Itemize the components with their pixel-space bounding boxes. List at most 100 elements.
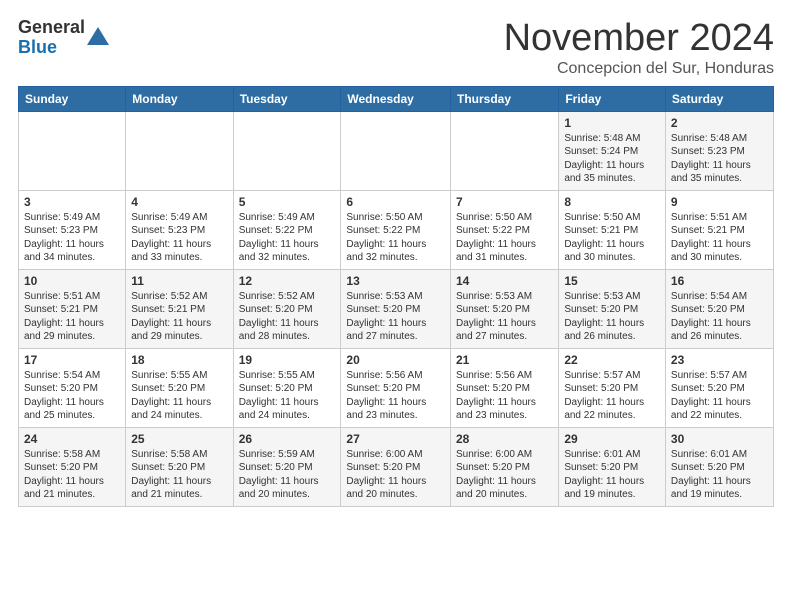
- cell-content: Sunrise: 5:50 AMSunset: 5:21 PMDaylight:…: [564, 211, 660, 265]
- day-number: 8: [564, 195, 660, 209]
- calendar-cell: [126, 111, 233, 190]
- cell-content: Sunrise: 5:51 AMSunset: 5:21 PMDaylight:…: [24, 290, 120, 344]
- calendar-cell: 23Sunrise: 5:57 AMSunset: 5:20 PMDayligh…: [665, 348, 773, 427]
- cell-content: Sunrise: 6:01 AMSunset: 5:20 PMDaylight:…: [671, 448, 768, 502]
- day-number: 18: [131, 353, 227, 367]
- cell-content: Sunrise: 5:53 AMSunset: 5:20 PMDaylight:…: [564, 290, 660, 344]
- cell-content: Sunrise: 5:55 AMSunset: 5:20 PMDaylight:…: [239, 369, 336, 423]
- cell-content: Sunrise: 6:00 AMSunset: 5:20 PMDaylight:…: [346, 448, 445, 502]
- day-number: 1: [564, 116, 660, 130]
- day-number: 7: [456, 195, 553, 209]
- cell-content: Sunrise: 5:51 AMSunset: 5:21 PMDaylight:…: [671, 211, 768, 265]
- logo-icon: [87, 25, 109, 47]
- day-number: 12: [239, 274, 336, 288]
- calendar-cell: 29 Sunrise: 6:01 AMSunset: 5:20 PMDayligh…: [559, 427, 666, 506]
- cell-content: Sunrise: 5:48 AMSunset: 5:23 PMDaylight:…: [671, 132, 768, 186]
- calendar-cell: [341, 111, 451, 190]
- calendar-cell: 2 Sunrise: 5:48 AMSunset: 5:23 PMDaylight…: [665, 111, 773, 190]
- day-number: 11: [131, 274, 227, 288]
- calendar-cell: 28Sunrise: 6:00 AMSunset: 5:20 PMDayligh…: [450, 427, 558, 506]
- day-number: 28: [456, 432, 553, 446]
- day-number: 16: [671, 274, 768, 288]
- day-number: 14: [456, 274, 553, 288]
- day-number: 17: [24, 353, 120, 367]
- calendar-cell: 26 Sunrise: 5:59 AMSunset: 5:20 PMDayligh…: [233, 427, 341, 506]
- calendar-cell: 20 Sunrise: 5:56 AMSunset: 5:20 PMDayligh…: [341, 348, 451, 427]
- cell-content: Sunrise: 5:50 AMSunset: 5:22 PMDaylight:…: [346, 211, 445, 265]
- cell-content: Sunrise: 5:57 AMSunset: 5:20 PMDaylight:…: [671, 369, 768, 423]
- calendar-week-0: 1 Sunrise: 5:48 AMSunset: 5:24 PMDaylight…: [19, 111, 774, 190]
- calendar-cell: 4 Sunrise: 5:49 AMSunset: 5:23 PMDaylight…: [126, 190, 233, 269]
- day-number: 9: [671, 195, 768, 209]
- day-number: 10: [24, 274, 120, 288]
- subtitle: Concepcion del Sur, Honduras: [504, 60, 774, 78]
- calendar-cell: 16 Sunrise: 5:54 AMSunset: 5:20 PMDayligh…: [665, 269, 773, 348]
- calendar-cell: 9 Sunrise: 5:51 AMSunset: 5:21 PMDaylight…: [665, 190, 773, 269]
- cell-content: Sunrise: 5:48 AMSunset: 5:24 PMDaylight:…: [564, 132, 660, 186]
- calendar-cell: 15 Sunrise: 5:53 AMSunset: 5:20 PMDayligh…: [559, 269, 666, 348]
- calendar-week-1: 3 Sunrise: 5:49 AMSunset: 5:23 PMDaylight…: [19, 190, 774, 269]
- calendar-cell: 17 Sunrise: 5:54 AMSunset: 5:20 PMDayligh…: [19, 348, 126, 427]
- calendar-cell: 25 Sunrise: 5:58 AMSunset: 5:20 PMDayligh…: [126, 427, 233, 506]
- header-friday: Friday: [559, 86, 666, 111]
- day-number: 29: [564, 432, 660, 446]
- calendar-cell: 5Sunrise: 5:49 AMSunset: 5:22 PMDaylight…: [233, 190, 341, 269]
- calendar-cell: 12Sunrise: 5:52 AMSunset: 5:20 PMDayligh…: [233, 269, 341, 348]
- page: General Blue November 2024 Concepcion de…: [0, 0, 792, 517]
- cell-content: Sunrise: 5:49 AMSunset: 5:23 PMDaylight:…: [131, 211, 227, 265]
- cell-content: Sunrise: 5:49 AMSunset: 5:22 PMDaylight:…: [239, 211, 336, 265]
- cell-content: Sunrise: 5:58 AMSunset: 5:20 PMDaylight:…: [131, 448, 227, 502]
- calendar-cell: 3Sunrise: 5:49 AMSunset: 5:23 PMDaylight…: [19, 190, 126, 269]
- calendar-cell: 18 Sunrise: 5:55 AMSunset: 5:20 PMDayligh…: [126, 348, 233, 427]
- calendar-cell: 11 Sunrise: 5:52 AMSunset: 5:21 PMDayligh…: [126, 269, 233, 348]
- logo-blue: Blue: [18, 38, 85, 58]
- calendar-cell: 13Sunrise: 5:53 AMSunset: 5:20 PMDayligh…: [341, 269, 451, 348]
- cell-content: Sunrise: 5:52 AMSunset: 5:21 PMDaylight:…: [131, 290, 227, 344]
- cell-content: Sunrise: 5:55 AMSunset: 5:20 PMDaylight:…: [131, 369, 227, 423]
- day-number: 26: [239, 432, 336, 446]
- cell-content: Sunrise: 5:59 AMSunset: 5:20 PMDaylight:…: [239, 448, 336, 502]
- day-number: 3: [24, 195, 120, 209]
- calendar-cell: 19 Sunrise: 5:55 AMSunset: 5:20 PMDayligh…: [233, 348, 341, 427]
- calendar-cell: 24Sunrise: 5:58 AMSunset: 5:20 PMDayligh…: [19, 427, 126, 506]
- day-number: 2: [671, 116, 768, 130]
- day-number: 22: [564, 353, 660, 367]
- cell-content: Sunrise: 5:56 AMSunset: 5:20 PMDaylight:…: [456, 369, 553, 423]
- title-block: November 2024 Concepcion del Sur, Hondur…: [504, 18, 774, 78]
- month-title: November 2024: [504, 18, 774, 60]
- calendar-cell: 7 Sunrise: 5:50 AMSunset: 5:22 PMDaylight…: [450, 190, 558, 269]
- calendar-week-2: 10 Sunrise: 5:51 AMSunset: 5:21 PMDayligh…: [19, 269, 774, 348]
- day-number: 30: [671, 432, 768, 446]
- day-number: 4: [131, 195, 227, 209]
- header-thursday: Thursday: [450, 86, 558, 111]
- calendar-cell: 8 Sunrise: 5:50 AMSunset: 5:21 PMDaylight…: [559, 190, 666, 269]
- calendar-cell: [233, 111, 341, 190]
- logo-text: General Blue: [18, 18, 85, 58]
- day-number: 15: [564, 274, 660, 288]
- cell-content: Sunrise: 5:58 AMSunset: 5:20 PMDaylight:…: [24, 448, 120, 502]
- cell-content: Sunrise: 5:56 AMSunset: 5:20 PMDaylight:…: [346, 369, 445, 423]
- day-number: 25: [131, 432, 227, 446]
- cell-content: Sunrise: 5:53 AMSunset: 5:20 PMDaylight:…: [456, 290, 553, 344]
- cell-content: Sunrise: 5:50 AMSunset: 5:22 PMDaylight:…: [456, 211, 553, 265]
- calendar-cell: [19, 111, 126, 190]
- day-number: 21: [456, 353, 553, 367]
- calendar-cell: [450, 111, 558, 190]
- logo-general: General: [18, 18, 85, 38]
- day-number: 13: [346, 274, 445, 288]
- calendar-table: Sunday Monday Tuesday Wednesday Thursday…: [18, 86, 774, 507]
- header-wednesday: Wednesday: [341, 86, 451, 111]
- cell-content: Sunrise: 5:54 AMSunset: 5:20 PMDaylight:…: [671, 290, 768, 344]
- calendar-header-row: Sunday Monday Tuesday Wednesday Thursday…: [19, 86, 774, 111]
- day-number: 20: [346, 353, 445, 367]
- calendar-cell: 21 Sunrise: 5:56 AMSunset: 5:20 PMDayligh…: [450, 348, 558, 427]
- calendar-cell: 27Sunrise: 6:00 AMSunset: 5:20 PMDayligh…: [341, 427, 451, 506]
- header-monday: Monday: [126, 86, 233, 111]
- calendar-cell: 1 Sunrise: 5:48 AMSunset: 5:24 PMDaylight…: [559, 111, 666, 190]
- cell-content: Sunrise: 6:01 AMSunset: 5:20 PMDaylight:…: [564, 448, 660, 502]
- cell-content: Sunrise: 5:57 AMSunset: 5:20 PMDaylight:…: [564, 369, 660, 423]
- calendar-cell: 30 Sunrise: 6:01 AMSunset: 5:20 PMDayligh…: [665, 427, 773, 506]
- cell-content: Sunrise: 5:54 AMSunset: 5:20 PMDaylight:…: [24, 369, 120, 423]
- header-sunday: Sunday: [19, 86, 126, 111]
- day-number: 19: [239, 353, 336, 367]
